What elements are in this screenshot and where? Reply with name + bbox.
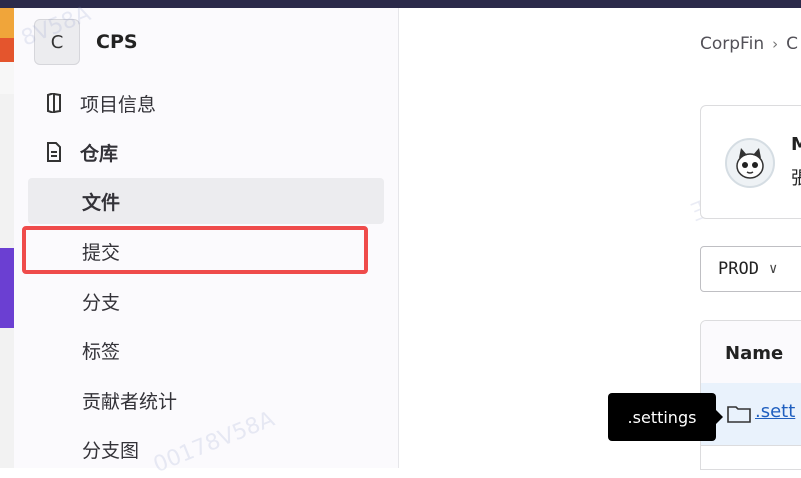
chevron-right-icon: › (772, 35, 779, 53)
sidebar-item-label: 标签 (82, 340, 121, 363)
sidebar-item-branches[interactable]: 分支 (28, 278, 384, 324)
sidebar-item-label: 仓库 (80, 142, 119, 165)
sidebar-item-label: 贡献者统计 (82, 390, 178, 413)
tooltip: .settings (608, 393, 723, 441)
tooltip-text: .settings (627, 407, 697, 427)
project-header[interactable]: C CPS (34, 18, 138, 66)
last-commit-card: M 張 (700, 105, 801, 219)
project-info-icon (44, 92, 64, 114)
background-logo-part (0, 38, 14, 62)
breadcrumb-item-group[interactable]: CorpFin (700, 34, 764, 54)
breadcrumb-item-project[interactable]: C (786, 34, 798, 54)
project-avatar: C (34, 19, 80, 65)
commit-author-initial: M (791, 134, 801, 155)
file-link[interactable]: .sett (755, 401, 795, 422)
column-header-name: Name (725, 343, 784, 364)
repository-icon (44, 141, 64, 163)
sidebar-item-graph[interactable]: 分支图 (28, 426, 384, 472)
table-header: Name (701, 321, 801, 384)
sidebar-item-label: 分支 (82, 291, 121, 314)
sidebar-item-project-info[interactable]: 项目信息 (28, 80, 384, 126)
background-logo-icon (0, 8, 14, 38)
background-window-strip (0, 8, 14, 468)
chevron-down-icon: ∨ (768, 261, 778, 277)
breadcrumb: CorpFin › C (700, 34, 798, 54)
sidebar-item-contributors[interactable]: 贡献者统计 (28, 377, 384, 423)
background-logo-part (0, 62, 14, 94)
project-name: CPS (96, 31, 138, 53)
sidebar-item-files[interactable]: 文件 (28, 178, 384, 224)
branch-selector[interactable]: PROD ∨ (700, 246, 801, 292)
background-panel (0, 248, 14, 328)
highlight-box (22, 226, 368, 274)
commit-author-name: 張 (791, 168, 801, 189)
sidebar-item-label: 分支图 (82, 439, 140, 462)
author-avatar[interactable] (725, 138, 775, 188)
branch-name: PROD (718, 259, 759, 279)
sidebar-item-label: 文件 (82, 191, 121, 214)
sidebar-item-label: 项目信息 (80, 93, 157, 116)
sidebar-item-repository[interactable]: 仓库 (28, 129, 384, 175)
top-bar (0, 0, 801, 8)
sidebar-item-tags[interactable]: 标签 (28, 327, 384, 373)
folder-icon (727, 405, 751, 427)
